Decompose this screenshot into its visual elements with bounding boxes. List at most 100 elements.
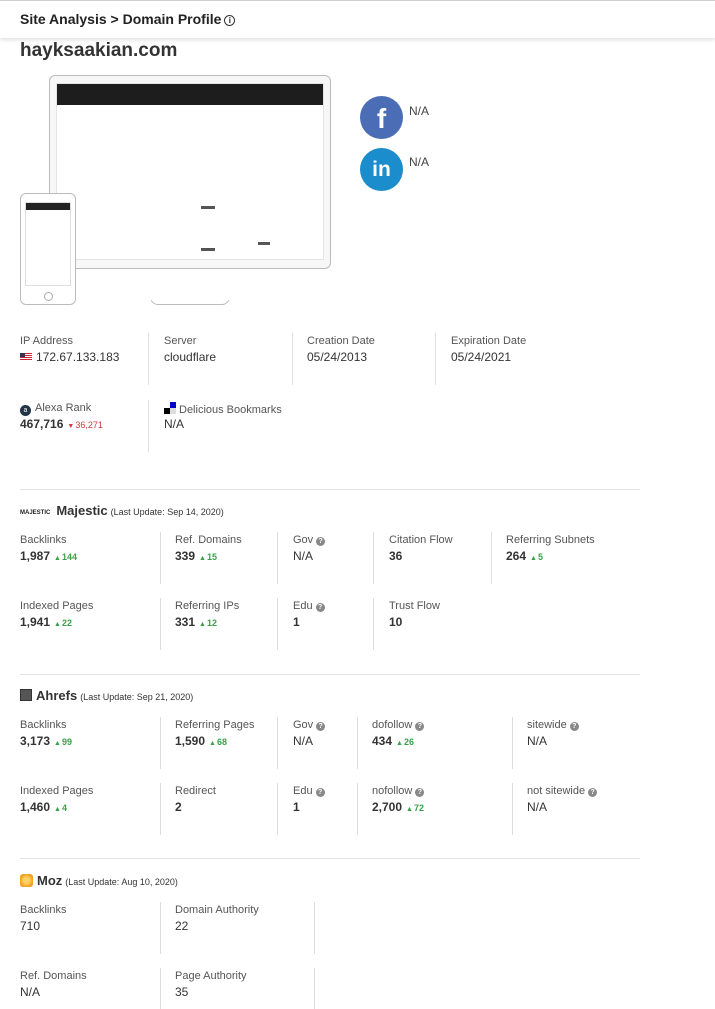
delicious-label-text: Delicious Bookmarks: [179, 404, 282, 416]
alexa-label: a Alexa Rank: [20, 402, 91, 416]
page-title-text: Site Analysis > Domain Profile: [20, 11, 222, 27]
help-icon[interactable]: ?: [316, 722, 326, 731]
referring-pages-change: 68: [209, 737, 227, 747]
server-value: cloudflare: [164, 350, 217, 364]
nofollow-label: nofollow?: [372, 785, 425, 797]
facebook-value: N/A: [409, 104, 430, 118]
divider: [277, 598, 278, 650]
dofollow-change: 26: [396, 737, 414, 747]
ahrefs-edu-label-text: Edu: [293, 785, 313, 797]
ahrefs-title: Ahrefs: [36, 688, 78, 703]
majestic-update: (Last Update: Sep 14, 2020): [110, 507, 224, 517]
divider: [160, 717, 161, 769]
majestic-backlinks-value: 1,987: [20, 549, 51, 563]
mobile-screenshot: [25, 202, 71, 286]
divider: [160, 783, 161, 835]
nofollow: 2,70072: [372, 800, 424, 814]
domain-authority-value: 22: [175, 919, 189, 933]
nofollow-value: 2,700: [372, 800, 403, 814]
ahrefs-gov-value: N/A: [293, 734, 314, 748]
divider: [373, 598, 374, 650]
ahrefs-edu-label: Edu?: [293, 785, 325, 797]
delicious-icon: [164, 402, 176, 414]
citation-flow-value: 36: [389, 549, 403, 563]
divider: [373, 532, 374, 584]
majestic-backlinks-label: Backlinks: [20, 534, 67, 546]
alexa-icon: a: [20, 405, 31, 416]
referring-pages-label: Referring Pages: [175, 719, 255, 731]
moz-ref-domains-label: Ref. Domains: [20, 970, 87, 982]
linkedin-value: N/A: [409, 155, 430, 169]
majestic-indexed-pages: 1,94122: [20, 615, 72, 629]
facebook-icon[interactable]: f: [360, 96, 403, 139]
majestic-indexed-pages-value: 1,941: [20, 615, 51, 629]
divider: [292, 333, 293, 385]
help-icon[interactable]: ?: [315, 603, 325, 612]
majestic-ref-domains: 33915: [175, 549, 217, 563]
sitewide-label: sitewide?: [527, 719, 579, 731]
ahrefs-gov-label: Gov?: [293, 719, 326, 731]
majestic-logo-icon: MAJESTIC: [20, 510, 51, 516]
majestic-gov-label: Gov?: [293, 534, 326, 546]
ahrefs-backlinks-change: 99: [54, 737, 72, 747]
linkedin-icon[interactable]: in: [360, 148, 403, 191]
info-icon[interactable]: i: [224, 15, 236, 26]
ahrefs-indexed-pages-label: Indexed Pages: [20, 785, 94, 797]
majestic-ref-domains-value: 339: [175, 549, 196, 563]
section-divider: [20, 489, 640, 490]
referring-subnets: 2645: [506, 549, 543, 563]
moz-backlinks-label: Backlinks: [20, 904, 67, 916]
us-flag-icon: [20, 353, 32, 361]
citation-flow-label: Citation Flow: [389, 534, 453, 546]
domain-name: hayksaakian.com: [20, 40, 178, 61]
divider: [277, 717, 278, 769]
majestic-backlinks: 1,987144: [20, 549, 77, 563]
majestic-indexed-pages-change: 22: [54, 618, 72, 628]
page-authority-value: 35: [175, 985, 189, 999]
divider: [314, 902, 315, 954]
referring-pages-value: 1,590: [175, 734, 206, 748]
majestic-backlinks-change: 144: [54, 552, 77, 562]
referring-subnets-change: 5: [530, 552, 543, 562]
help-icon[interactable]: ?: [415, 722, 425, 731]
help-icon[interactable]: ?: [315, 788, 325, 797]
server-label: Server: [164, 335, 197, 347]
dofollow: 43426: [372, 734, 414, 748]
divider: [491, 532, 492, 584]
majestic-gov-value: N/A: [293, 549, 314, 563]
divider: [357, 717, 358, 769]
dofollow-value: 434: [372, 734, 393, 748]
majestic-title: Majestic: [56, 503, 108, 518]
referring-ips-label: Referring IPs: [175, 600, 240, 612]
ahrefs-update: (Last Update: Sep 21, 2020): [80, 692, 194, 702]
moz-ref-domains-value: N/A: [20, 985, 41, 999]
creation-date-value: 05/24/2013: [307, 350, 368, 364]
divider: [512, 717, 513, 769]
divider: [357, 783, 358, 835]
divider: [512, 783, 513, 835]
majestic-edu-label: Edu?: [293, 600, 325, 612]
help-icon[interactable]: ?: [569, 722, 579, 731]
ahrefs-indexed-pages: 1,4604: [20, 800, 67, 814]
referring-ips: 33112: [175, 615, 217, 629]
referring-ips-value: 331: [175, 615, 196, 629]
page-title: Site Analysis > Domain Profile i: [20, 11, 236, 27]
ahrefs-header: Ahrefs (Last Update: Sep 21, 2020): [20, 688, 193, 703]
nofollow-label-text: nofollow: [372, 785, 413, 797]
divider: [277, 783, 278, 835]
help-icon[interactable]: ?: [588, 788, 598, 797]
sitewide-value: N/A: [527, 734, 548, 748]
majestic-ref-domains-label: Ref. Domains: [175, 534, 242, 546]
ahrefs-backlinks-value: 3,173: [20, 734, 51, 748]
majestic-ref-domains-change: 15: [199, 552, 217, 562]
help-icon[interactable]: ?: [415, 788, 425, 797]
majestic-edu-value: 1: [293, 615, 300, 629]
majestic-header: MAJESTIC Majestic (Last Update: Sep 14, 20…: [20, 503, 224, 518]
section-divider: [20, 674, 640, 675]
mobile-preview: [20, 193, 76, 305]
nofollow-change: 72: [406, 803, 424, 813]
dofollow-label-text: dofollow: [372, 719, 413, 731]
phone-home-button: [44, 292, 53, 301]
help-icon[interactable]: ?: [316, 537, 326, 546]
divider: [277, 532, 278, 584]
